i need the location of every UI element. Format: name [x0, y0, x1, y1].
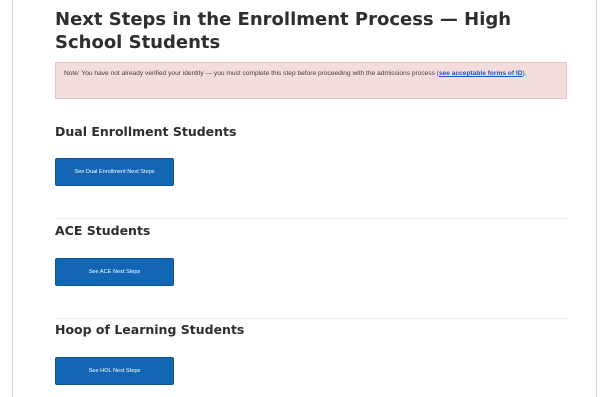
alert-text: Note: You have not already verified your… [64, 70, 439, 77]
section-heading-ace: ACE Students [55, 223, 151, 238]
section-divider [55, 218, 567, 219]
content-frame: Next Steps in the Enrollment Process — H… [12, 0, 597, 397]
dual-enrollment-next-steps-button[interactable]: See Dual Enrollment Next Steps [55, 158, 174, 186]
identity-alert: Note: You have not already verified your… [55, 62, 567, 99]
ace-next-steps-button[interactable]: See ACE Next Steps [55, 258, 174, 286]
page-title: Next Steps in the Enrollment Process — H… [55, 9, 512, 53]
section-heading-hoop-of-learning: Hoop of Learning Students [55, 322, 245, 337]
section-heading-dual-enrollment: Dual Enrollment Students [55, 124, 237, 139]
section-divider [55, 318, 567, 319]
acceptable-id-link[interactable]: see acceptable forms of ID [439, 70, 523, 77]
hol-next-steps-button[interactable]: See HOL Next Steps [55, 357, 174, 385]
alert-text-end: ). [522, 70, 527, 77]
